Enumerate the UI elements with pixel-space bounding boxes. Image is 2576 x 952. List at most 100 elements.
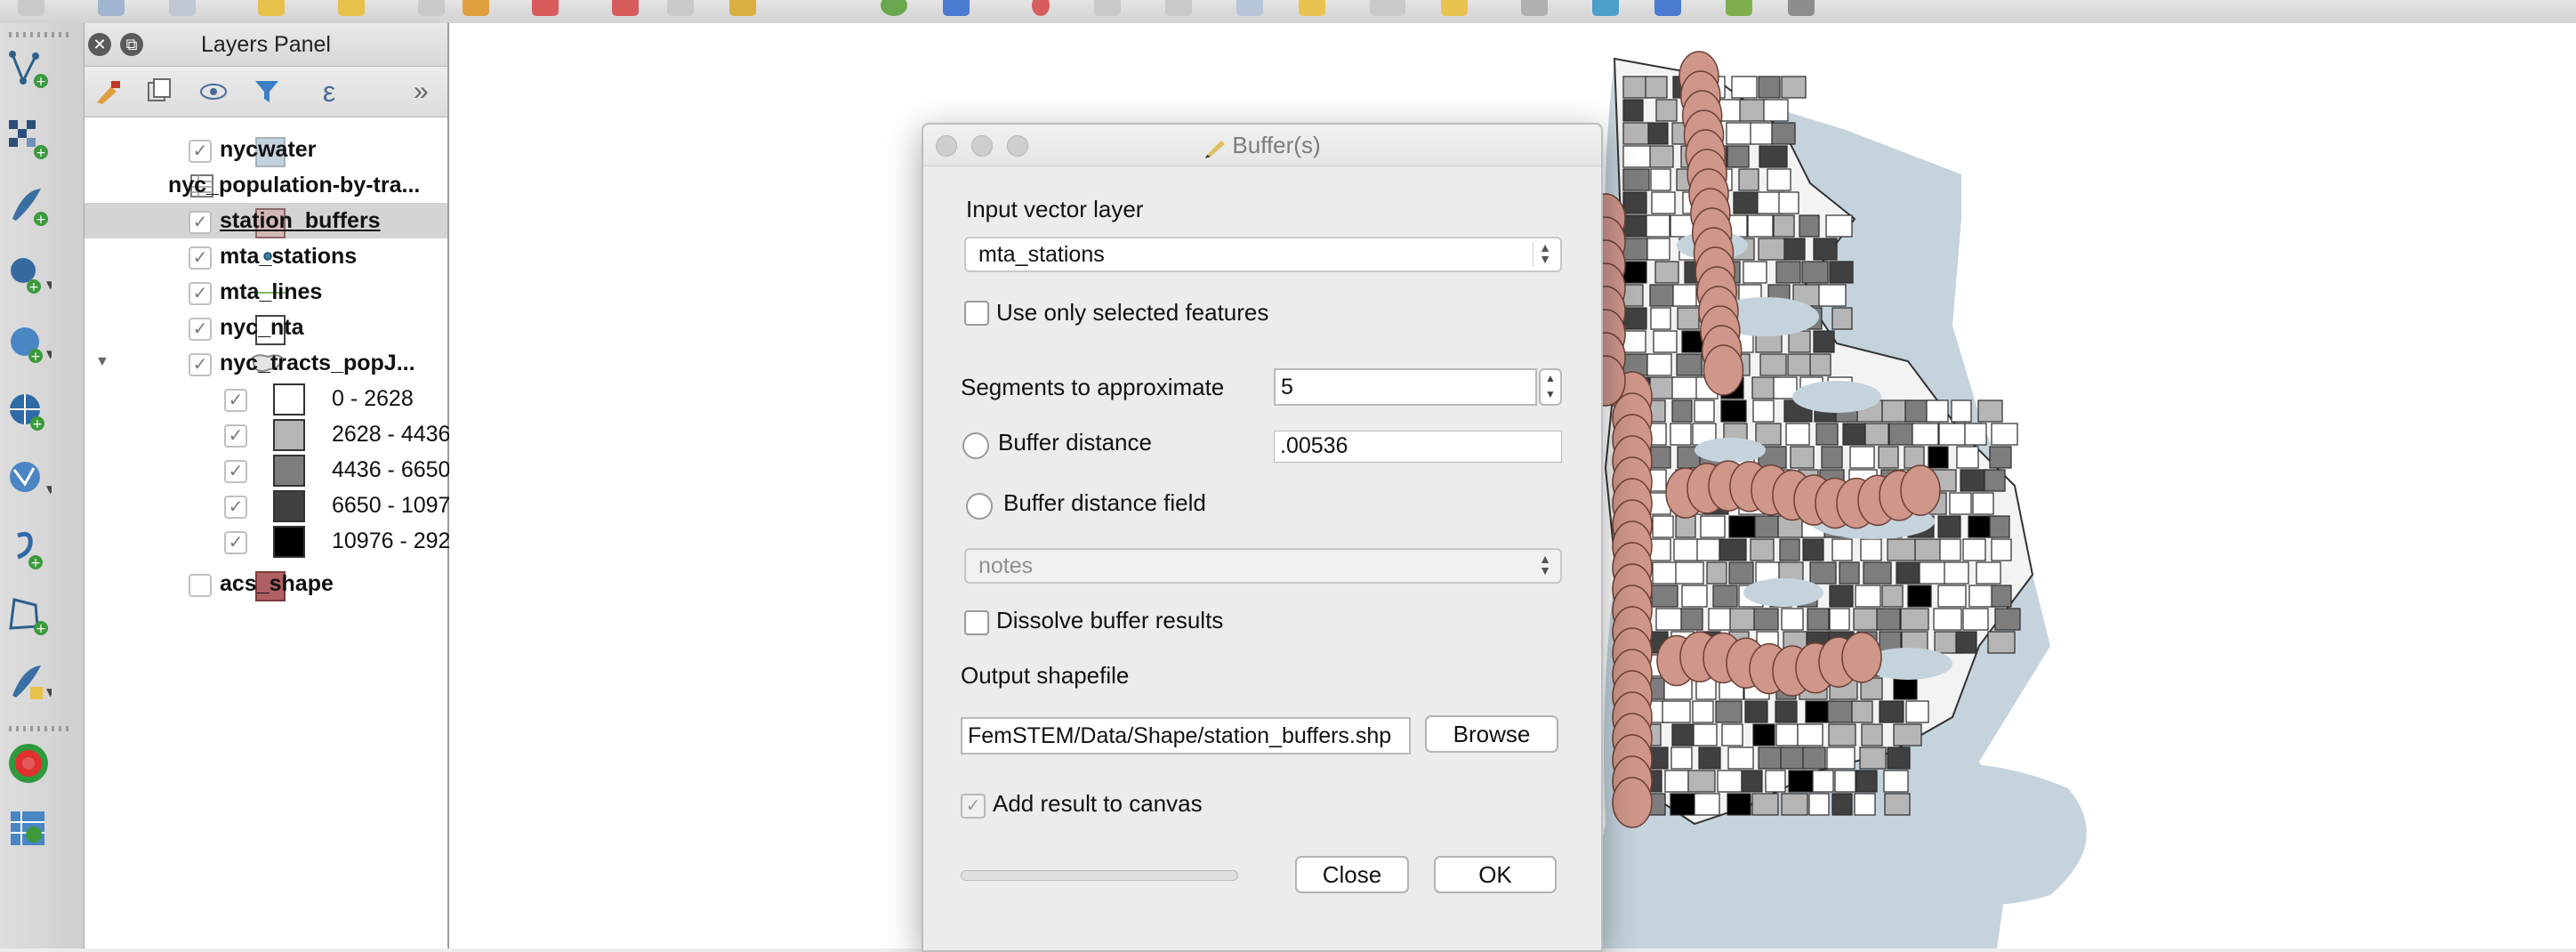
toolbar-eye-icon[interactable]	[1094, 0, 1121, 16]
layer-item-mta-stations[interactable]: ✓ mta_stations	[85, 238, 447, 274]
buffer-field-radio[interactable]	[966, 493, 993, 520]
segments-stepper[interactable]: ▲ ▼	[1539, 368, 1562, 406]
buffer-distance-field[interactable]: .00536	[1274, 431, 1562, 463]
census-tract	[1708, 608, 1733, 631]
class-visibility-checkbox[interactable]: ✓	[224, 460, 247, 483]
more-tools-icon[interactable]: »	[414, 77, 444, 106]
browse-button[interactable]: Browse	[1425, 715, 1558, 753]
add-postgis-layer-icon[interactable]: + ▼	[5, 253, 52, 299]
float-panel-icon[interactable]: ⧉	[120, 33, 143, 56]
census-tract	[1676, 353, 1705, 376]
toolbar-delete-icon[interactable]	[532, 0, 559, 16]
add-result-checkbox[interactable]: ✓	[961, 794, 986, 819]
layer-visibility-checkbox[interactable]: ✓	[189, 246, 212, 270]
heatmap-plugin-icon[interactable]	[5, 740, 52, 787]
add-spatialite-layer-icon[interactable]: + ▼	[5, 322, 52, 368]
toolbar-paste-icon[interactable]	[729, 0, 756, 16]
toolbar-vertex-icon[interactable]	[98, 0, 125, 16]
toolbar-annotation-icon[interactable]	[1370, 0, 1405, 16]
add-wms-layer-icon[interactable]: +	[5, 390, 52, 436]
class-visibility-checkbox[interactable]: ✓	[224, 424, 247, 448]
census-tract	[1758, 238, 1787, 261]
add-group-icon[interactable]	[143, 77, 173, 106]
output-shapefile-field[interactable]: FemSTEM/Data/Shape/station_buffers.shp	[961, 717, 1411, 754]
toolbar-measure-icon[interactable]	[1521, 0, 1548, 16]
toolbar-edit-icon[interactable]	[169, 0, 196, 16]
layer-item-nyc-tracts[interactable]: ▼ ✓ nyc_tracts_popJ...	[85, 345, 447, 381]
layer-visibility-checkbox[interactable]: ✓	[189, 140, 212, 163]
census-tract	[1651, 585, 1678, 608]
census-tract	[1887, 746, 1911, 770]
toolbar-move-feature-icon[interactable]	[338, 0, 365, 16]
toolbar-globe-icon[interactable]	[1592, 0, 1619, 16]
manage-visibility-icon[interactable]	[198, 77, 229, 106]
toolbar-undo-icon[interactable]	[612, 0, 639, 16]
class-visibility-checkbox[interactable]: ✓	[224, 496, 247, 519]
toolbar-star-icon[interactable]	[1441, 0, 1468, 16]
legend-class-item[interactable]: ✓ 0 - 2628	[85, 381, 447, 416]
class-label: 6650 - 10976	[332, 493, 463, 518]
new-shapefile-layer-icon[interactable]: +	[5, 593, 52, 639]
open-layer-styling-icon[interactable]	[93, 77, 124, 106]
layer-item-nyc-population[interactable]: nyc_population-by-tra...	[85, 167, 447, 203]
census-tract	[1807, 608, 1830, 631]
add-wfs-layer-icon[interactable]: ▼	[5, 457, 52, 504]
legend-class-item[interactable]: ✓ 10976 - 29256	[85, 523, 475, 559]
toolbar-label-icon[interactable]	[881, 0, 907, 16]
toolbar-text-icon[interactable]	[1299, 0, 1325, 16]
class-visibility-checkbox[interactable]: ✓	[224, 389, 247, 412]
dissolve-checkbox[interactable]	[964, 610, 989, 635]
expand-arrow-icon[interactable]: ▼	[95, 354, 109, 370]
toolbar-python-icon[interactable]	[1788, 0, 1815, 16]
legend-class-item[interactable]: ✓ 4436 - 6650	[85, 452, 450, 488]
new-spatialite-layer-icon[interactable]: ▼	[5, 660, 52, 706]
layer-visibility-checkbox[interactable]: ✓	[189, 318, 212, 341]
close-button[interactable]: Close	[1295, 856, 1409, 893]
close-panel-icon[interactable]: ✕	[88, 33, 111, 56]
census-tract	[1842, 423, 1867, 446]
layer-item-nycwater[interactable]: ✓ nycwater	[85, 132, 447, 167]
use-selected-checkbox[interactable]	[964, 301, 989, 326]
toolbar-grip[interactable]	[9, 726, 71, 731]
toolbar-rotate-icon[interactable]	[1236, 0, 1263, 16]
legend-class-item[interactable]: ✓ 2628 - 4436	[85, 416, 450, 452]
census-tract	[1831, 307, 1853, 330]
table-manager-icon[interactable]	[5, 806, 52, 852]
layer-item-station-buffers[interactable]: ✓ station_buffers	[85, 203, 447, 238]
add-raster-layer-icon[interactable]: +	[5, 117, 52, 163]
toolbar-grip[interactable]	[9, 32, 71, 37]
layer-visibility-checkbox[interactable]: ✓	[189, 211, 212, 234]
toolbar-node-icon[interactable]	[418, 0, 445, 16]
input-layer-select[interactable]: mta_stations ▲ ▼	[964, 237, 1562, 272]
layer-visibility-checkbox[interactable]: ✓	[189, 353, 212, 376]
toolbar-identify-icon[interactable]	[943, 0, 970, 16]
toolbar-pin-icon[interactable]	[1032, 0, 1050, 16]
legend-class-item[interactable]: ✓ 6650 - 10976	[85, 488, 463, 523]
toolbar-cut-icon[interactable]	[463, 0, 489, 16]
layer-item-nyc-nta[interactable]: ✓ nyc_nta	[85, 310, 447, 345]
toolbar-copy-icon[interactable]	[667, 0, 694, 16]
toolbar-add-feature-icon[interactable]	[258, 0, 285, 16]
filter-legend-icon[interactable]	[252, 77, 282, 106]
census-tract	[1989, 446, 2012, 469]
add-wcs-layer-icon[interactable]: +	[5, 527, 52, 573]
add-vector-layer-icon[interactable]: +	[5, 45, 52, 92]
buffer-field-select[interactable]: notes ▲ ▼	[964, 548, 1562, 584]
layer-item-acs-shape[interactable]: acs_shape	[85, 566, 447, 601]
class-visibility-checkbox[interactable]: ✓	[224, 531, 247, 554]
layer-visibility-checkbox[interactable]: ✓	[189, 282, 212, 305]
layer-item-mta-lines[interactable]: ✓ mta_lines	[85, 274, 447, 310]
toolbar-table-icon[interactable]	[1654, 0, 1681, 16]
census-tract	[1652, 515, 1674, 538]
buffer-distance-radio[interactable]	[962, 432, 989, 459]
dialog-titlebar: Buffer(s)	[923, 125, 1601, 166]
toolbar-map-icon[interactable]	[1726, 0, 1752, 16]
census-tract	[1653, 330, 1678, 353]
add-delimited-text-icon[interactable]: +	[5, 183, 52, 230]
segments-field[interactable]: 5	[1274, 368, 1537, 406]
toolbar-pan-icon[interactable]	[1165, 0, 1192, 16]
toolbar-select-icon[interactable]	[18, 0, 44, 16]
filter-expression-icon[interactable]: ε	[307, 77, 351, 106]
layer-visibility-checkbox[interactable]	[189, 574, 212, 597]
ok-button[interactable]: OK	[1434, 856, 1557, 893]
